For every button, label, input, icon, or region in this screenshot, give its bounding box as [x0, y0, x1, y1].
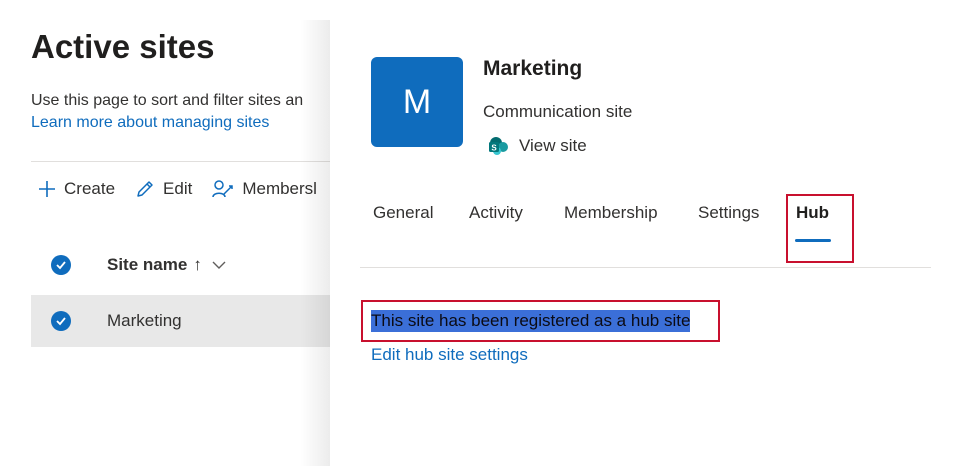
select-all-checkbox[interactable] [51, 255, 71, 275]
page-description: Use this page to sort and filter sites a… [31, 92, 304, 109]
create-button[interactable]: Create [38, 179, 115, 199]
svg-text:S: S [491, 144, 497, 153]
site-title: Marketing [483, 57, 583, 80]
site-name-column-header[interactable]: Site name ↑ [107, 255, 226, 275]
command-bar: Create Edit Membersl [38, 176, 337, 202]
tab-activity[interactable]: Activity [469, 203, 523, 223]
pencil-icon [137, 181, 153, 197]
row-checkbox[interactable] [51, 311, 71, 331]
page-title: Active sites [31, 28, 215, 65]
people-icon [212, 180, 234, 198]
plus-icon [39, 181, 55, 197]
hub-message-highlight-box [361, 300, 720, 342]
tab-membership[interactable]: Membership [564, 203, 658, 223]
edit-label: Edit [163, 179, 193, 198]
chevron-down-icon[interactable] [212, 260, 226, 270]
checkmark-icon [56, 317, 66, 326]
table-row[interactable]: Marketing [31, 295, 340, 347]
list-header: Site name ↑ [31, 245, 340, 285]
site-details-panel: M Marketing Communication site S View si… [330, 20, 975, 466]
edit-hub-settings-link[interactable]: Edit hub site settings [371, 345, 528, 365]
sort-arrow: ↑ [193, 255, 202, 274]
view-site-link[interactable]: S View site [488, 136, 587, 156]
site-name-cell[interactable]: Marketing [107, 311, 182, 331]
site-logo: M [371, 57, 463, 147]
create-label: Create [64, 179, 116, 198]
edit-button[interactable]: Edit [135, 179, 192, 199]
sharepoint-icon: S [489, 137, 508, 155]
learn-more-link[interactable]: Learn more about managing sites [31, 114, 269, 132]
site-type: Communication site [483, 102, 633, 121]
tabs-divider [360, 267, 931, 268]
divider [31, 161, 340, 162]
tab-general[interactable]: General [373, 203, 433, 223]
tab-settings[interactable]: Settings [698, 203, 759, 223]
active-sites-page: Active sites Use this page to sort and f… [0, 0, 340, 466]
checkmark-icon [56, 261, 66, 270]
column-header-label: Site name [107, 255, 188, 274]
view-site-label: View site [519, 136, 587, 155]
hub-tab-highlight-box [786, 194, 854, 263]
